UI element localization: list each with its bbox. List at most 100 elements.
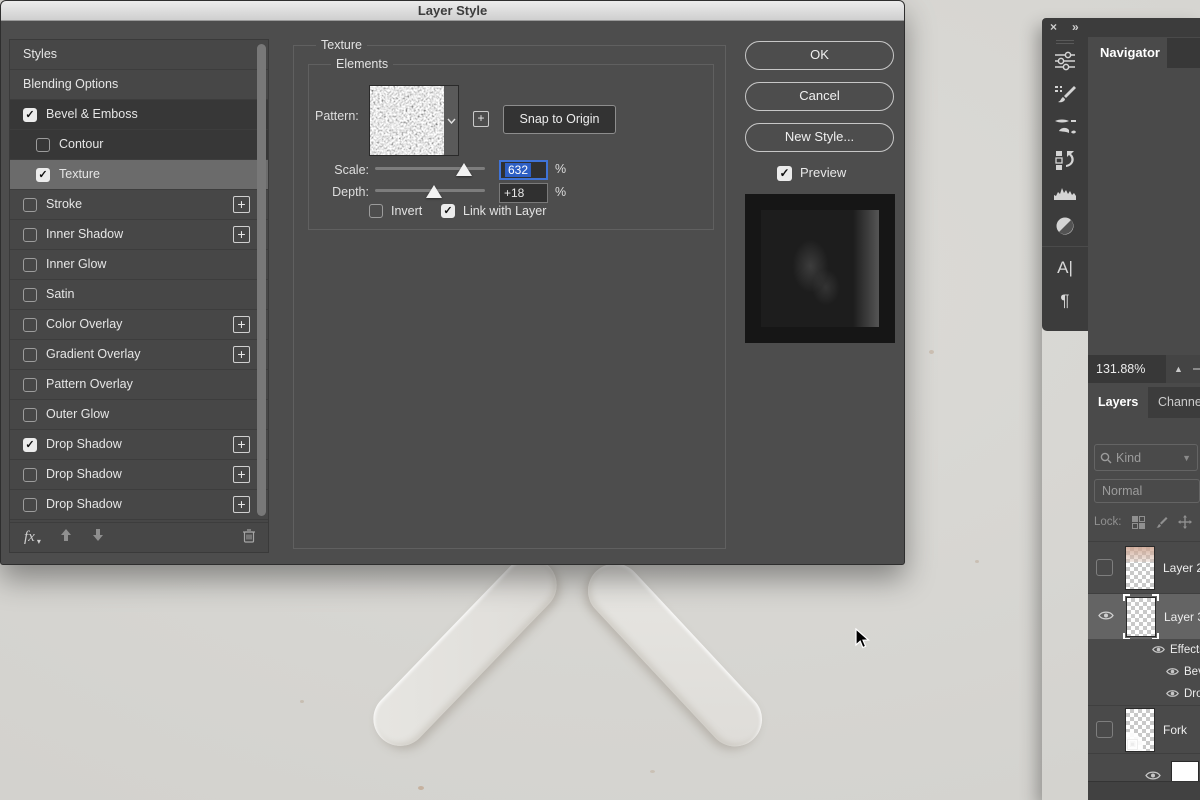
style-checkbox[interactable] (23, 198, 37, 212)
layer-name[interactable]: Layer 3 (1164, 610, 1200, 624)
effect-bevel-row[interactable]: Bevel & Emboss (1088, 661, 1200, 683)
style-checkbox[interactable]: ✓ (36, 168, 50, 182)
adjustments-icon[interactable] (1042, 44, 1088, 77)
style-item-styles[interactable]: Styles (10, 40, 268, 70)
info-icon[interactable] (1042, 209, 1088, 242)
tab-layers[interactable]: Layers (1088, 387, 1148, 418)
scale-value-input[interactable]: 632 (499, 160, 548, 180)
style-checkbox[interactable] (23, 318, 37, 332)
scrollbar-thumb[interactable] (257, 44, 266, 516)
lock-paint-icon[interactable] (1155, 516, 1168, 529)
style-checkbox[interactable] (23, 348, 37, 362)
cancel-button[interactable]: Cancel (745, 82, 894, 111)
layer-thumbnail[interactable]: ▣ (1125, 708, 1155, 752)
ok-button[interactable]: OK (745, 41, 894, 70)
style-checkbox[interactable] (23, 258, 37, 272)
style-item-outer-glow[interactable]: Outer Glow (10, 400, 268, 430)
depth-slider[interactable] (375, 189, 485, 192)
style-item-color-overlay[interactable]: Color Overlay+ (10, 310, 268, 340)
effect-name[interactable]: Bevel & Emboss (1184, 666, 1200, 678)
add-effect-instance-button[interactable]: + (233, 466, 250, 483)
layer-thumbnail-selected[interactable] (1126, 597, 1156, 637)
move-effect-down-button[interactable] (91, 528, 105, 547)
zoom-slider[interactable] (1193, 368, 1200, 370)
filter-kind-dropdown[interactable]: Kind ▼ (1094, 444, 1198, 471)
style-checkbox[interactable] (23, 408, 37, 422)
new-style-button[interactable]: New Style... (745, 123, 894, 152)
add-effect-instance-button[interactable]: + (233, 226, 250, 243)
style-item-pattern-overlay[interactable]: Pattern Overlay (10, 370, 268, 400)
lock-position-icon[interactable] (1178, 515, 1192, 529)
visibility-checkbox[interactable] (1096, 721, 1113, 738)
effect-eye-icon[interactable] (1166, 663, 1179, 681)
style-checkbox[interactable] (23, 288, 37, 302)
lock-transparency-icon[interactable] (1132, 516, 1145, 529)
scale-slider-thumb[interactable] (456, 163, 472, 176)
style-item-drop-shadow[interactable]: Drop Shadow+ (10, 460, 268, 490)
brushes-icon[interactable] (1042, 110, 1088, 143)
layer-name[interactable]: Fork (1163, 723, 1187, 737)
style-item-stroke[interactable]: Stroke+ (10, 190, 268, 220)
add-effect-instance-button[interactable]: + (233, 316, 250, 333)
link-with-layer-checkbox[interactable]: ✓ (441, 204, 455, 218)
style-item-blending-options[interactable]: Blending Options (10, 70, 268, 100)
fx-button[interactable]: fx (24, 529, 35, 546)
style-checkbox[interactable]: ✓ (23, 438, 37, 452)
effect-eye-icon[interactable] (1152, 641, 1165, 659)
layer-row-layer-2[interactable]: Layer 2 (1088, 541, 1200, 593)
style-item-contour[interactable]: Contour (10, 130, 268, 160)
add-effect-instance-button[interactable]: + (233, 346, 250, 363)
invert-checkbox[interactable] (369, 204, 383, 218)
snap-to-origin-button[interactable]: Snap to Origin (503, 105, 616, 134)
add-effect-instance-button[interactable]: + (233, 196, 250, 213)
layer-name[interactable]: Layer 2 (1163, 561, 1200, 575)
effect-name[interactable]: Drop Shadow (1184, 688, 1200, 700)
effect-drop-shadow-row[interactable]: Drop Shadow (1088, 683, 1200, 705)
add-effect-instance-button[interactable]: + (233, 436, 250, 453)
layer-thumbnail[interactable] (1125, 546, 1155, 590)
styles-scrollbar[interactable] (257, 44, 266, 516)
style-checkbox[interactable]: ✓ (23, 108, 37, 122)
style-item-bevel-emboss[interactable]: ✓Bevel & Emboss (10, 100, 268, 130)
scale-slider[interactable] (375, 167, 485, 170)
preview-checkbox[interactable]: ✓ (777, 166, 792, 181)
style-item-drop-shadow[interactable]: ✓Drop Shadow+ (10, 430, 268, 460)
add-effect-instance-button[interactable]: + (233, 496, 250, 513)
new-pattern-button[interactable]: + (473, 111, 489, 127)
depth-slider-thumb[interactable] (426, 185, 442, 198)
move-effect-up-button[interactable] (59, 528, 73, 547)
character-panel-icon[interactable]: A| (1042, 251, 1088, 284)
style-checkbox[interactable] (23, 468, 37, 482)
style-checkbox[interactable] (36, 138, 50, 152)
effect-eye-icon[interactable] (1166, 685, 1179, 703)
visibility-eye-icon[interactable] (1098, 608, 1114, 626)
style-item-gradient-overlay[interactable]: Gradient Overlay+ (10, 340, 268, 370)
tab-navigator[interactable]: Navigator (1100, 45, 1160, 60)
brush-settings-icon[interactable] (1042, 77, 1088, 110)
histogram-icon[interactable] (1042, 176, 1088, 209)
style-item-inner-shadow[interactable]: Inner Shadow+ (10, 220, 268, 250)
close-icon[interactable]: × (1050, 20, 1057, 34)
style-checkbox[interactable] (23, 498, 37, 512)
style-item-inner-glow[interactable]: Inner Glow (10, 250, 268, 280)
effects-row[interactable]: Effects (1088, 639, 1200, 661)
style-item-texture[interactable]: ✓Texture (10, 160, 268, 190)
pattern-picker[interactable] (369, 85, 459, 156)
pattern-dropdown-chevron[interactable] (444, 86, 458, 155)
dialog-titlebar[interactable]: Layer Style (1, 1, 904, 21)
style-checkbox[interactable] (23, 228, 37, 242)
depth-value-input[interactable]: +18 (499, 183, 548, 203)
clone-source-icon[interactable] (1042, 143, 1088, 176)
style-checkbox[interactable] (23, 378, 37, 392)
delete-effect-button[interactable] (242, 528, 256, 548)
zoom-out-icon[interactable]: ▲ (1174, 364, 1183, 374)
visibility-checkbox[interactable] (1096, 559, 1113, 576)
layer-row-fork[interactable]: ▣ Fork (1088, 705, 1200, 753)
paragraph-panel-icon[interactable]: ¶ (1042, 284, 1088, 317)
zoom-value-input[interactable]: 131.88% (1088, 355, 1166, 383)
style-item-satin[interactable]: Satin (10, 280, 268, 310)
blend-mode-dropdown[interactable]: Normal (1094, 479, 1200, 503)
style-item-drop-shadow[interactable]: Drop Shadow+ (10, 490, 268, 520)
tab-channels[interactable]: Channels (1148, 387, 1200, 418)
effects-label[interactable]: Effects (1170, 644, 1200, 656)
